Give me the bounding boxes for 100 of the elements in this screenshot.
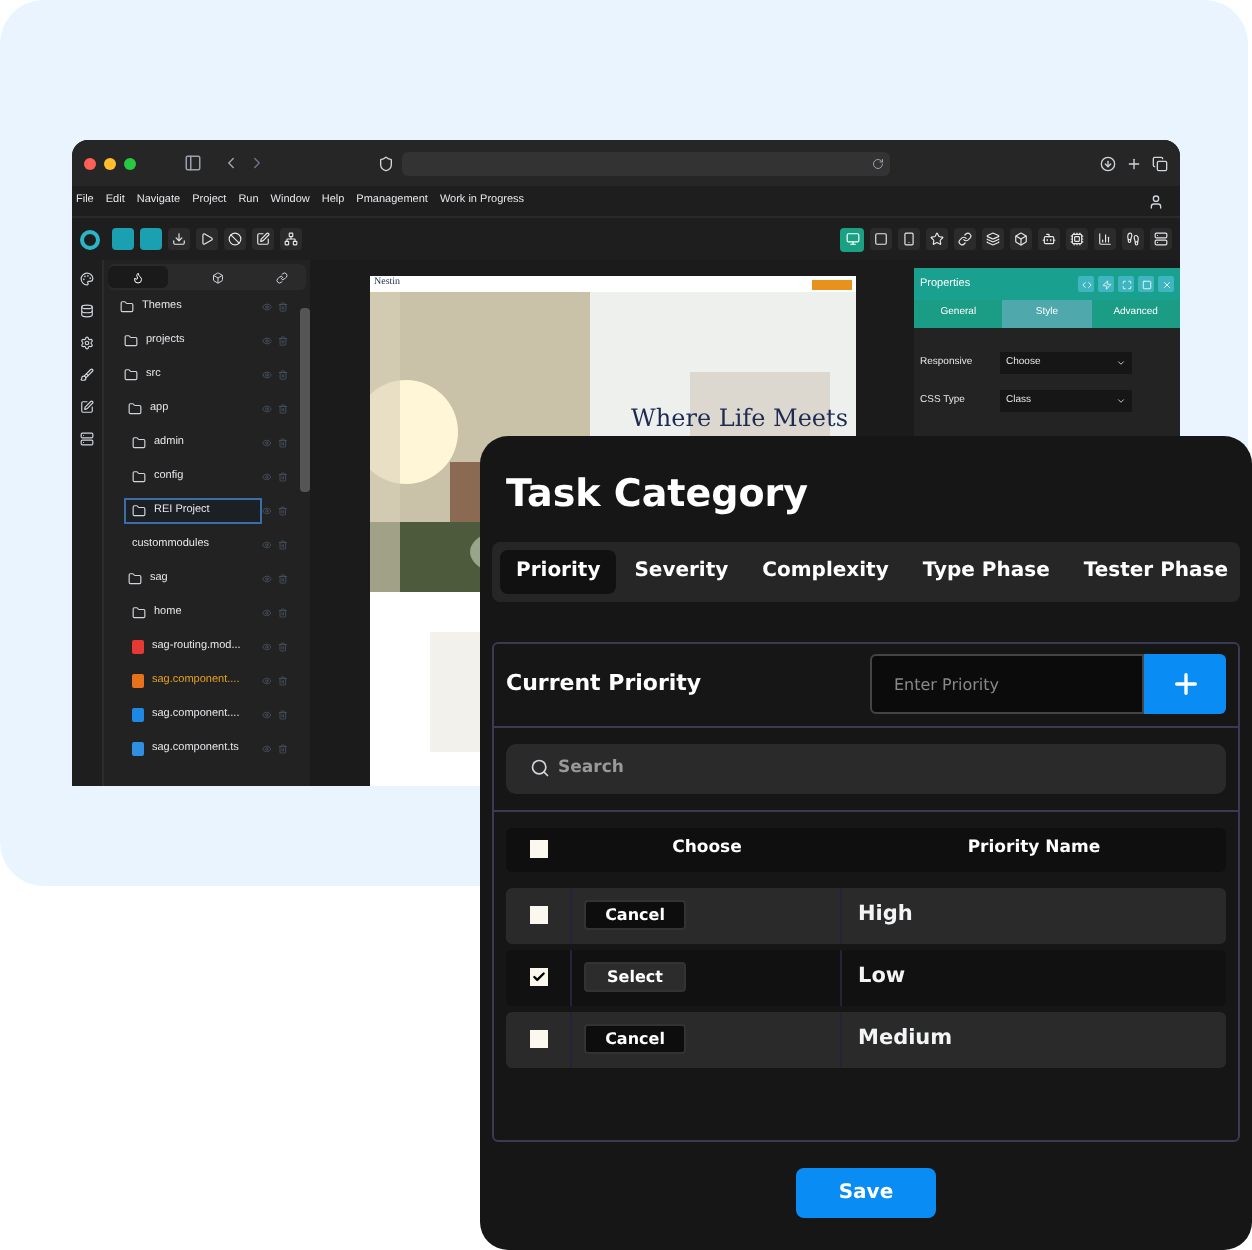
eye-icon[interactable]: [262, 302, 272, 312]
eye-icon[interactable]: [262, 438, 273, 448]
folder-icon: [132, 436, 146, 450]
tool-button[interactable]: [982, 228, 1004, 250]
scrollbar-thumb[interactable]: [300, 308, 310, 492]
checkbox[interactable]: [529, 906, 547, 924]
back-icon[interactable]: [222, 154, 240, 172]
activity-icon[interactable]: [80, 272, 94, 286]
folder-icon: [128, 572, 142, 586]
search-bar[interactable]: Search: [506, 743, 1226, 793]
eye-icon[interactable]: [262, 642, 273, 652]
tool-button[interactable]: [224, 228, 246, 250]
trash-icon[interactable]: [278, 506, 288, 516]
tool-icon: [228, 232, 242, 246]
tool-button[interactable]: [1094, 228, 1116, 250]
tool-button[interactable]: [1150, 228, 1172, 250]
eye-icon[interactable]: [262, 472, 273, 482]
eye-icon[interactable]: [262, 574, 273, 584]
row-action-button[interactable]: Cancel: [584, 900, 686, 930]
tabs-icon[interactable]: [1152, 155, 1168, 171]
priority-input[interactable]: Enter Priority: [870, 654, 1144, 714]
sidebar-icon[interactable]: [184, 154, 202, 172]
tab[interactable]: Complexity: [746, 549, 905, 593]
trash-icon[interactable]: [278, 710, 288, 720]
trash-icon[interactable]: [278, 472, 288, 482]
tab[interactable]: Tester Phase: [1067, 549, 1245, 593]
tool-button[interactable]: [168, 228, 190, 250]
activity-icon[interactable]: [80, 400, 94, 414]
tool-button[interactable]: [1122, 228, 1144, 250]
download-icon[interactable]: [1100, 155, 1116, 171]
eye-icon[interactable]: [262, 540, 273, 550]
shield-icon: [378, 155, 394, 171]
avatar-icon[interactable]: [1148, 193, 1164, 209]
tool-icon: [172, 232, 186, 246]
activity-icon[interactable]: [80, 432, 94, 446]
trash-icon[interactable]: [278, 676, 288, 686]
checkbox[interactable]: [529, 1030, 547, 1048]
trash-icon[interactable]: [278, 336, 288, 346]
new-tab-icon[interactable]: [1126, 155, 1142, 171]
trash-icon[interactable]: [278, 744, 288, 754]
eye-icon[interactable]: [262, 744, 273, 754]
eye-icon[interactable]: [262, 370, 272, 380]
table-row[interactable]: Select Low: [506, 949, 1226, 1005]
activity-icon[interactable]: [80, 368, 94, 382]
trash-icon[interactable]: [278, 438, 288, 448]
table-row[interactable]: Cancel Medium: [506, 1011, 1226, 1067]
monitor-button[interactable]: [840, 227, 864, 251]
panel-button[interactable]: [1118, 276, 1134, 292]
address-field[interactable]: [402, 151, 890, 175]
checkbox[interactable]: [530, 840, 548, 858]
tool-button[interactable]: [870, 228, 892, 250]
panel-icon: [1121, 279, 1131, 289]
activity-icon[interactable]: [80, 304, 94, 318]
trash-icon[interactable]: [278, 404, 289, 414]
trash-icon[interactable]: [278, 540, 288, 550]
tool-button[interactable]: [898, 228, 920, 250]
flame-icon[interactable]: [132, 271, 144, 283]
table-row[interactable]: Cancel High: [506, 887, 1226, 943]
forward-icon[interactable]: [248, 154, 266, 172]
panel-button[interactable]: [1078, 276, 1094, 292]
box-icon[interactable]: [212, 271, 224, 283]
tool-icon: [1014, 232, 1028, 246]
row-action-button[interactable]: Select: [584, 962, 686, 992]
search-field[interactable]: Search: [558, 755, 1202, 781]
eye-icon[interactable]: [262, 676, 273, 686]
eye-icon[interactable]: [262, 506, 273, 516]
reload-icon[interactable]: [872, 157, 884, 169]
contact-button[interactable]: [812, 279, 852, 289]
eye-icon[interactable]: [262, 608, 273, 618]
tool-button[interactable]: [196, 228, 218, 250]
checkbox[interactable]: [529, 968, 547, 986]
tab[interactable]: Priority: [500, 549, 617, 593]
tool-button[interactable]: [280, 228, 302, 250]
trash-icon[interactable]: [278, 370, 288, 380]
tool-button[interactable]: [1038, 228, 1060, 250]
eye-icon[interactable]: [262, 336, 272, 346]
tool-button[interactable]: [1010, 228, 1032, 250]
trash-icon[interactable]: [278, 574, 289, 584]
panel-button[interactable]: [1138, 276, 1154, 292]
tab[interactable]: Type Phase: [906, 549, 1066, 593]
tool-button[interactable]: [926, 228, 948, 250]
trash-icon[interactable]: [278, 608, 288, 618]
tool-button[interactable]: [1066, 228, 1088, 250]
search-icon: [530, 758, 550, 778]
tab[interactable]: Severity: [618, 549, 745, 593]
trash-icon[interactable]: [278, 302, 288, 312]
tool-button[interactable]: [252, 228, 274, 250]
row-action-button[interactable]: Cancel: [584, 1024, 686, 1054]
tool-icon: [200, 232, 214, 246]
add-button[interactable]: [1144, 654, 1226, 714]
eye-icon[interactable]: [262, 710, 273, 720]
logo-icon: [80, 229, 100, 249]
tool-button[interactable]: [954, 228, 976, 250]
link-icon[interactable]: [276, 271, 288, 283]
activity-icon[interactable]: [80, 336, 94, 350]
panel-button[interactable]: [1158, 276, 1174, 292]
trash-icon[interactable]: [278, 642, 288, 652]
eye-icon[interactable]: [262, 404, 273, 414]
monitor-icon: [845, 232, 859, 246]
plus-icon: [1169, 668, 1201, 700]
